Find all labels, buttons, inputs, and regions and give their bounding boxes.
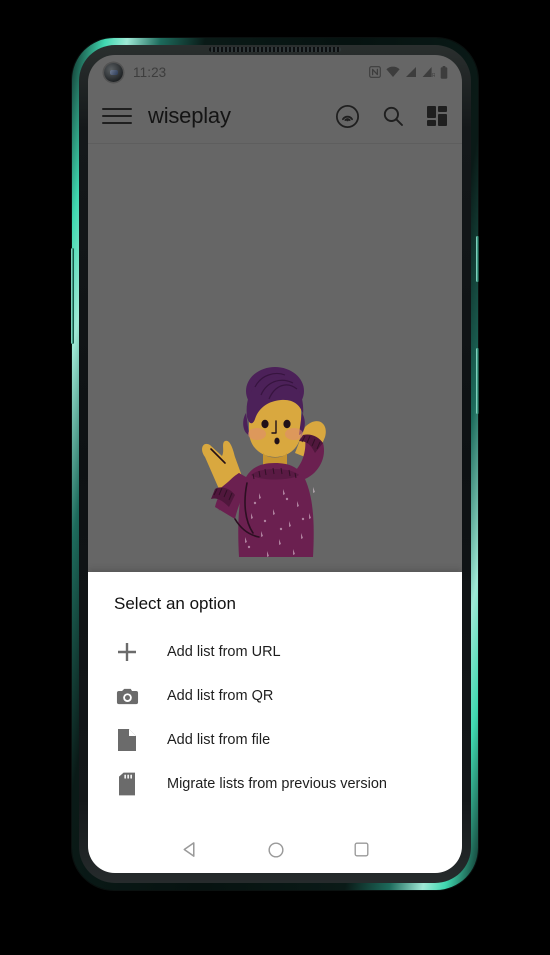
bottom-sheet-title: Select an option	[114, 594, 236, 613]
status-bar-icons: R	[369, 65, 448, 79]
wifi-icon	[386, 66, 400, 78]
sheet-item-label: Add list from file	[167, 732, 271, 748]
recents-button[interactable]	[353, 841, 370, 858]
side-button-secondary[interactable]	[476, 348, 479, 414]
signal-bars-icon	[405, 66, 417, 78]
plus-icon	[114, 639, 140, 665]
cast-icon[interactable]	[335, 104, 360, 129]
file-document-icon	[114, 727, 140, 753]
battery-icon	[440, 65, 448, 79]
back-button[interactable]	[180, 840, 199, 859]
power-button[interactable]	[476, 236, 479, 282]
hamburger-menu-icon[interactable]	[102, 101, 132, 131]
sheet-item-label: Migrate lists from previous version	[167, 776, 387, 792]
toolbar-actions	[335, 104, 448, 129]
signal-roaming-icon: R	[422, 66, 435, 78]
sheet-item-migrate-lists[interactable]: Migrate lists from previous version	[88, 762, 462, 806]
status-bar-clock: 11:23	[133, 64, 167, 80]
sheet-item-label: Add list from URL	[167, 644, 281, 660]
sheet-item-add-list-from-qr[interactable]: Add list from QR	[88, 674, 462, 718]
android-navigation-bar	[88, 826, 462, 873]
sd-card-icon	[114, 771, 140, 797]
camera-icon	[114, 683, 140, 709]
search-icon[interactable]	[381, 104, 405, 128]
sheet-item-add-list-from-file[interactable]: Add list from file	[88, 718, 462, 762]
phone-frame: 11:23 R wiseplay Select an option Add li…	[71, 38, 479, 890]
home-button[interactable]	[267, 841, 285, 859]
front-camera-punch-hole	[104, 62, 123, 82]
status-bar: 11:23 R	[88, 55, 462, 89]
select-option-bottom-sheet: Select an option Add list from URL Add l…	[88, 572, 462, 826]
phone-screen: 11:23 R wiseplay Select an option Add li…	[88, 55, 462, 873]
volume-button[interactable]	[71, 248, 74, 344]
woman-shrugging-illustration	[202, 367, 326, 557]
nfc-icon	[369, 66, 381, 78]
sheet-item-add-list-from-url[interactable]: Add list from URL	[88, 630, 462, 674]
earpiece-speaker-grille	[209, 47, 341, 52]
svg-text:R: R	[432, 73, 435, 78]
app-title: wiseplay	[148, 103, 231, 128]
app-toolbar: wiseplay	[88, 89, 462, 143]
sheet-item-label: Add list from QR	[167, 688, 274, 704]
grid-view-icon[interactable]	[426, 105, 448, 127]
